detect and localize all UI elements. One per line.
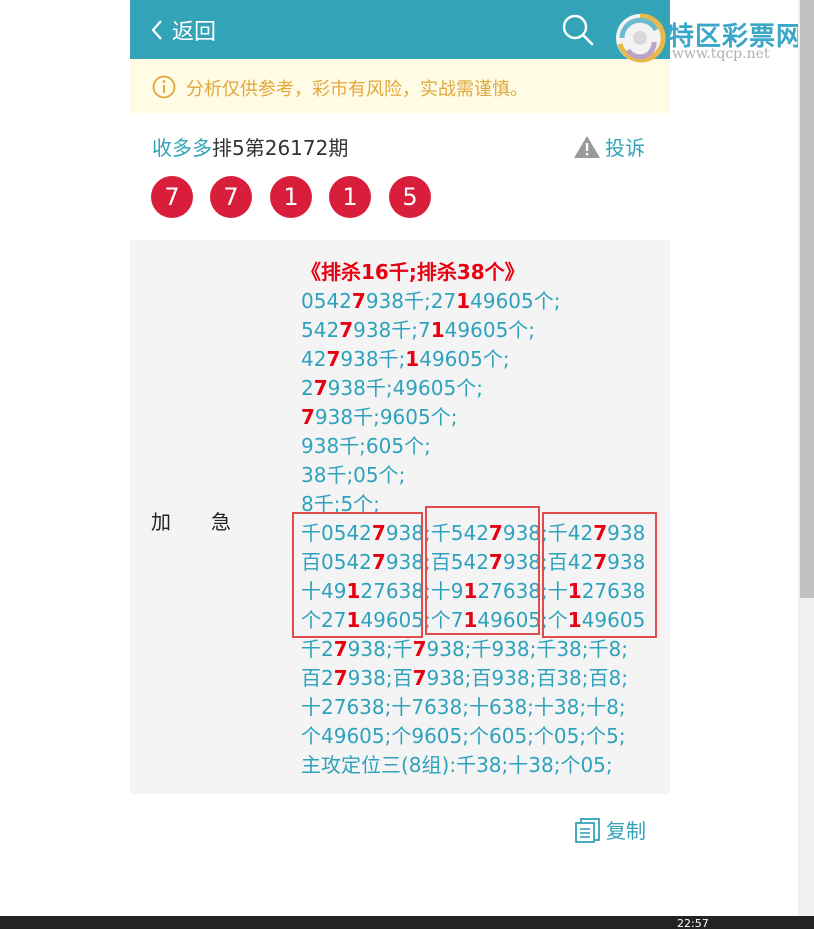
highlight-digit: 7 — [326, 347, 341, 371]
result-ball: 1 — [329, 176, 371, 218]
line-text: 938;千938;千38;千8; — [426, 637, 628, 661]
back-label: 返回 — [172, 20, 217, 45]
line-text: 《排杀16千;排杀38个》 — [301, 260, 525, 284]
analysis-line: 27938千;49605个; — [301, 374, 645, 403]
warning-icon — [574, 135, 600, 158]
header-bar: 返回 — [130, 0, 670, 59]
analysis-line: 百27938;百7938;百938;百38;百8; — [301, 664, 645, 693]
highlight-digit: 7 — [412, 637, 427, 661]
analysis-line: 主攻定位三(8组):千38;十38;个05; — [301, 751, 645, 780]
analysis-line: 7938千;9605个; — [301, 403, 645, 432]
highlight-box — [425, 506, 540, 635]
analysis-line: 十27638;十7638;十638;十38;十8; — [301, 693, 645, 722]
highlight-digit: 7 — [313, 376, 328, 400]
copy-icon — [575, 817, 600, 843]
line-text: 938千;49605个; — [327, 376, 483, 400]
complain-label: 投诉 — [605, 136, 645, 160]
site-logo[interactable]: 特区彩票网 www.tqcp.net — [612, 10, 812, 70]
line-text: 938千;9605个; — [314, 405, 458, 429]
analysis-line: 5427938千;7149605个; — [301, 316, 645, 345]
info-icon — [152, 75, 176, 99]
line-text: 49605个; — [470, 289, 561, 313]
analysis-line: 个49605;个9605;个605;个05;个5; — [301, 722, 645, 751]
line-text: 38千;05个; — [301, 463, 406, 487]
line-text: 938;百938;百38;百8; — [426, 666, 628, 690]
title-issue: 排5第26172期 — [212, 136, 349, 160]
analysis-line: 38千;05个; — [301, 461, 645, 490]
line-text: 938;百 — [347, 666, 413, 690]
copy-label: 复制 — [606, 819, 646, 843]
search-button[interactable] — [560, 12, 596, 48]
highlight-digit: 1 — [405, 347, 420, 371]
analysis-heading: 《排杀16千;排杀38个》 — [301, 258, 645, 287]
back-button[interactable]: 返回 — [150, 12, 216, 48]
line-text: 千2 — [301, 637, 334, 661]
highlight-box — [292, 512, 423, 638]
highlight-digit: 7 — [339, 318, 354, 342]
line-text: 938千;605个; — [301, 434, 431, 458]
analysis-line: 938千;605个; — [301, 432, 645, 461]
highlight-digit: 1 — [430, 318, 445, 342]
line-text: 主攻定位三(8组):千38;十38;个05; — [301, 753, 613, 777]
logo-swirl-icon — [616, 13, 666, 63]
complain-button[interactable]: 投诉 — [573, 132, 645, 161]
highlight-digit: 7 — [333, 666, 348, 690]
line-text: 2 — [301, 376, 314, 400]
line-text: 0542 — [301, 289, 352, 313]
line-text: 个49605;个9605;个605;个05;个5; — [301, 724, 626, 748]
page-title: 收多多排5第26172期 — [152, 132, 348, 161]
line-text: 542 — [301, 318, 340, 342]
analysis-line: 千27938;千7938;千938;千38;千8; — [301, 635, 645, 664]
page-column: 返回 分析仅供参考，彩市有风险，实战需谨慎。 收多多排5第26172期 投诉 7… — [130, 0, 670, 929]
copy-button[interactable]: 复制 — [574, 815, 646, 844]
line-text: 938千;27 — [365, 289, 457, 313]
line-text: 十27638;十7638;十638;十38;十8; — [301, 695, 626, 719]
urgent-label: 加急 — [151, 510, 271, 534]
line-text: 42 — [301, 347, 327, 371]
taskbar-clock: 22:57 — [677, 917, 709, 930]
scrollbar-thumb[interactable] — [800, 0, 814, 598]
line-text: 百2 — [301, 666, 334, 690]
highlight-box — [542, 512, 657, 638]
search-icon — [562, 14, 594, 46]
line-text: 49605个; — [419, 347, 510, 371]
logo-url: www.tqcp.net — [672, 46, 770, 62]
highlight-digit: 7 — [333, 637, 348, 661]
risk-notice: 分析仅供参考，彩市有风险，实战需谨慎。 — [130, 59, 670, 113]
analysis-panel: 加急 《排杀16千;排杀38个》 05427938千;27149605个; 5427… — [130, 240, 670, 794]
chevron-left-icon — [151, 20, 162, 40]
result-ball: 5 — [389, 176, 431, 218]
analysis-line: 427938千;149605个; — [301, 345, 645, 374]
highlight-digit: 7 — [351, 289, 366, 313]
line-text: 938;千 — [347, 637, 413, 661]
highlight-digit: 1 — [456, 289, 471, 313]
line-text: 938千;7 — [353, 318, 431, 342]
notice-text: 分析仅供参考，彩市有风险，实战需谨慎。 — [186, 79, 528, 100]
line-text: 49605个; — [444, 318, 536, 342]
result-ball: 1 — [270, 176, 312, 218]
result-ball: 7 — [210, 176, 252, 218]
result-ball: 7 — [151, 176, 193, 218]
highlight-digit: 7 — [301, 405, 315, 429]
highlight-digit: 7 — [412, 666, 427, 690]
line-text: 938千; — [340, 347, 406, 371]
title-source[interactable]: 收多多 — [152, 136, 212, 160]
analysis-line: 05427938千;27149605个; — [301, 287, 645, 316]
